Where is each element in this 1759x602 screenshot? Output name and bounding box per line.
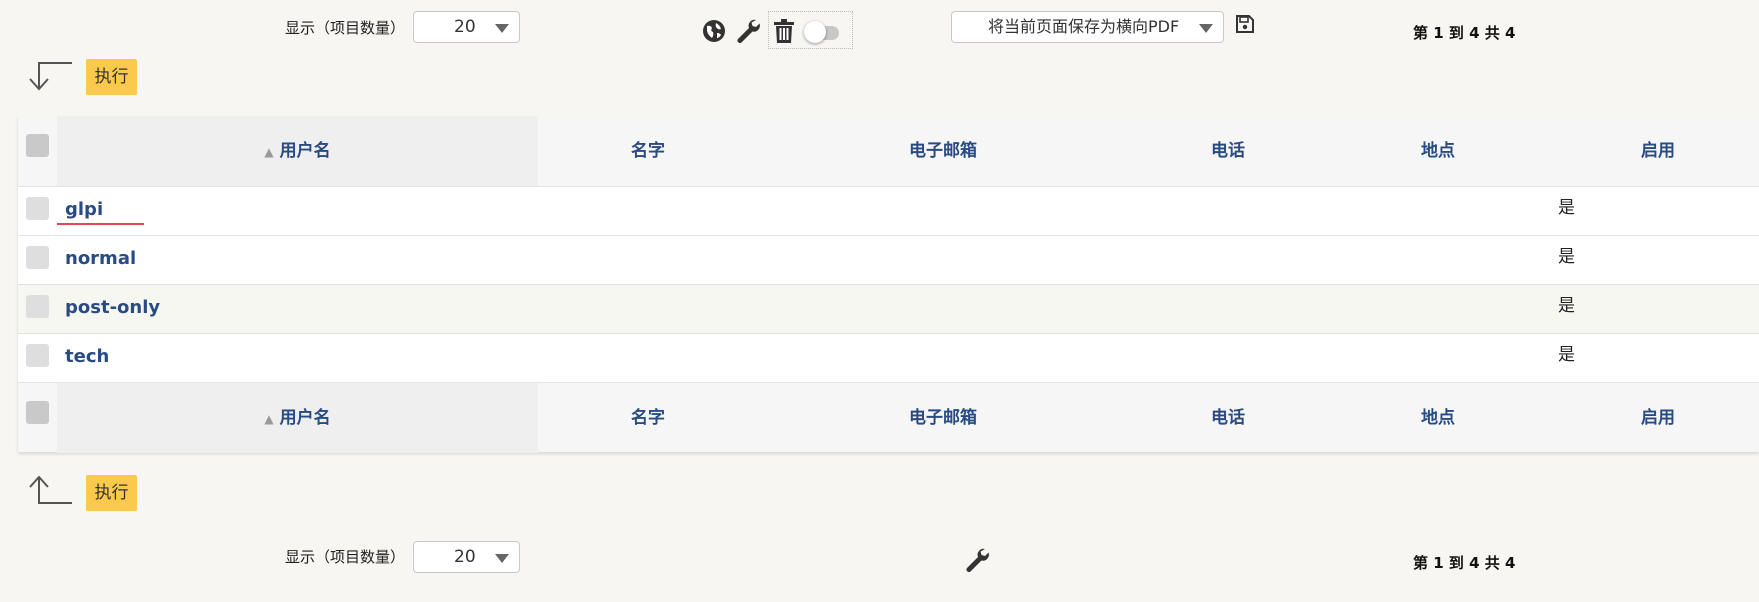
wrench-icon[interactable] bbox=[964, 547, 990, 573]
table-row: post-only 是 bbox=[18, 284, 1759, 333]
floppy-save-icon[interactable] bbox=[1236, 15, 1254, 33]
display-count-select-bottom[interactable]: 20 bbox=[413, 541, 520, 573]
massive-action-button-bottom[interactable]: 执行 bbox=[86, 475, 137, 511]
massive-action-button-top[interactable]: 执行 bbox=[86, 59, 137, 95]
sort-asc-icon: ▲ bbox=[264, 145, 274, 159]
column-header-phone[interactable]: 电话 bbox=[1128, 116, 1328, 186]
export-format-select[interactable]: 将当前页面保存为横向PDF bbox=[951, 11, 1224, 43]
user-login-link[interactable]: normal bbox=[65, 236, 136, 282]
sort-asc-icon: ▲ bbox=[264, 412, 274, 426]
row-checkbox[interactable] bbox=[26, 295, 49, 318]
column-footer-label: 用户名 bbox=[279, 408, 331, 428]
display-count-select[interactable]: 20 bbox=[413, 11, 520, 43]
globe-icon[interactable] bbox=[702, 19, 726, 43]
table-header: ▲ 用户名 名字 电子邮箱 电话 地点 启用 bbox=[18, 116, 1759, 186]
user-login-link[interactable]: glpi bbox=[65, 187, 103, 233]
table-footer: ▲ 用户名 名字 电子邮箱 电话 地点 启用 bbox=[18, 382, 1759, 453]
display-count-value: 20 bbox=[454, 17, 476, 37]
table-row: tech 是 bbox=[18, 333, 1759, 382]
display-count-value: 20 bbox=[454, 547, 476, 567]
column-header-label: 用户名 bbox=[279, 141, 331, 161]
display-count-label-bottom: 显示（项目数量） bbox=[285, 548, 406, 566]
column-footer-location[interactable]: 地点 bbox=[1328, 383, 1548, 453]
column-header-email[interactable]: 电子邮箱 bbox=[758, 116, 1128, 186]
column-header-location[interactable]: 地点 bbox=[1328, 116, 1548, 186]
chevron-down-icon bbox=[1199, 24, 1213, 33]
highlight-underline bbox=[57, 223, 144, 225]
column-header-enabled[interactable]: 启用 bbox=[1548, 116, 1759, 186]
row-checkbox[interactable] bbox=[26, 246, 49, 269]
column-header-login[interactable]: ▲ 用户名 bbox=[57, 116, 538, 186]
column-footer-phone[interactable]: 电话 bbox=[1128, 383, 1328, 453]
pager-text-top: 第 1 到 4 共 4 bbox=[1413, 24, 1516, 42]
export-format-value: 将当前页面保存为横向PDF bbox=[988, 17, 1180, 36]
column-footer-email[interactable]: 电子邮箱 bbox=[758, 383, 1128, 453]
user-enabled-value: 是 bbox=[1558, 247, 1575, 267]
user-enabled-value: 是 bbox=[1558, 198, 1575, 218]
user-login-link[interactable]: tech bbox=[65, 334, 109, 380]
chevron-down-icon bbox=[495, 24, 509, 33]
select-all-checkbox-footer[interactable] bbox=[26, 401, 49, 424]
search-toggle[interactable] bbox=[768, 11, 853, 49]
users-table: ▲ 用户名 名字 电子邮箱 电话 地点 启用 glpi 是 normal 是 po… bbox=[18, 116, 1759, 453]
toggle-knob bbox=[804, 21, 826, 43]
pager-text-bottom: 第 1 到 4 共 4 bbox=[1413, 554, 1516, 572]
user-enabled-value: 是 bbox=[1558, 296, 1575, 316]
arrow-down-left-icon bbox=[29, 62, 72, 91]
row-checkbox[interactable] bbox=[26, 344, 49, 367]
table-row: glpi 是 bbox=[18, 186, 1759, 235]
table-row: normal 是 bbox=[18, 235, 1759, 284]
column-footer-name[interactable]: 名字 bbox=[538, 383, 758, 453]
user-enabled-value: 是 bbox=[1558, 345, 1575, 365]
wrench-icon[interactable] bbox=[735, 18, 761, 44]
column-footer-login[interactable]: ▲ 用户名 bbox=[57, 383, 538, 453]
select-all-checkbox[interactable] bbox=[26, 134, 49, 157]
column-footer-enabled[interactable]: 启用 bbox=[1548, 383, 1759, 453]
column-header-name[interactable]: 名字 bbox=[538, 116, 758, 186]
user-login-link[interactable]: post-only bbox=[65, 285, 160, 331]
chevron-down-icon bbox=[495, 554, 509, 563]
row-checkbox[interactable] bbox=[26, 197, 49, 220]
arrow-up-left-icon bbox=[29, 476, 72, 504]
display-count-label: 显示（项目数量） bbox=[285, 19, 406, 37]
